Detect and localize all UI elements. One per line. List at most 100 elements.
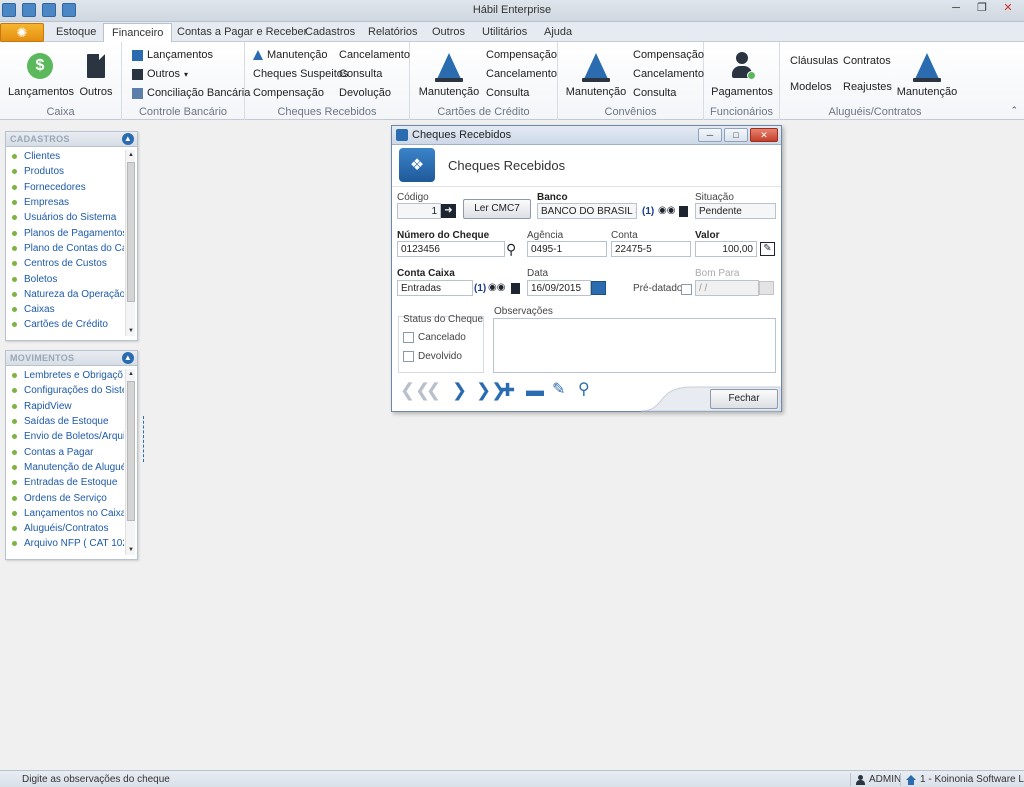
cancelado-checkbox[interactable] — [403, 332, 414, 343]
list-item[interactable]: Saídas de Estoque — [6, 414, 124, 429]
controle-outros-button[interactable]: Outros ▾ — [132, 68, 188, 80]
add-icon[interactable]: ✚ — [500, 380, 515, 400]
edit-icon[interactable]: ✎ — [760, 242, 775, 256]
cheques-devolucao-button[interactable]: Devolução — [339, 87, 391, 99]
close-icon[interactable]: ✕ — [750, 128, 778, 142]
cheques-manutencao-button[interactable]: Manutenção — [253, 49, 328, 61]
list-item[interactable]: Produtos — [6, 164, 124, 179]
numero-cheque-field[interactable]: 0123456 — [397, 241, 505, 257]
conta-caixa-field[interactable]: Entradas — [397, 280, 473, 296]
scroll-thumb[interactable] — [127, 381, 135, 521]
list-item[interactable]: Fornecedores — [6, 180, 124, 195]
remove-icon[interactable]: ▬ — [526, 380, 544, 400]
devolvido-checkbox[interactable] — [403, 351, 414, 362]
list-item[interactable]: Arquivo NFP ( CAT 102... — [6, 536, 124, 551]
binoculars-icon[interactable]: ◉◉ — [488, 282, 505, 293]
list-item[interactable]: RapidView — [6, 399, 124, 414]
convenios-compensacao-button[interactable]: Compensação — [633, 49, 704, 61]
list-item[interactable]: Manutenção de Alugué... — [6, 460, 124, 475]
document-icon[interactable] — [511, 283, 520, 294]
cheques-suspeitos-button[interactable]: Cheques Suspeitos — [253, 68, 348, 80]
tab-utilitarios[interactable]: Utilitários — [476, 25, 533, 39]
cadastros-scrollbar[interactable]: ▲ ▼ — [125, 150, 135, 336]
tab-ajuda[interactable]: Ajuda — [538, 25, 578, 39]
contratos-button[interactable]: Contratos — [843, 55, 891, 67]
tab-cadastros[interactable]: Cadastros — [299, 25, 361, 39]
close-icon[interactable]: ✕ — [996, 1, 1020, 17]
restore-icon[interactable]: ❐ — [970, 1, 994, 17]
convenios-cancelamento-button[interactable]: Cancelamento — [633, 68, 704, 80]
list-item[interactable]: Plano de Contas do Ca... — [6, 241, 124, 256]
prev-record-icon[interactable]: ❮ — [426, 380, 441, 400]
cartoes-consulta-button[interactable]: Consulta — [486, 87, 529, 99]
list-item[interactable]: Natureza da Operação — [6, 287, 124, 302]
panel-splitter[interactable] — [143, 416, 147, 462]
tab-outros[interactable]: Outros — [426, 25, 471, 39]
list-item[interactable]: Empresas — [6, 195, 124, 210]
list-item[interactable]: Centros de Custos — [6, 256, 124, 271]
cheques-cancelamento-button[interactable]: Cancelamento — [339, 49, 410, 61]
search-icon[interactable]: ⚲ — [578, 380, 590, 400]
scroll-thumb[interactable] — [127, 162, 135, 302]
document-icon[interactable] — [679, 206, 688, 217]
banco-field[interactable]: BANCO DO BRASIL SA — [537, 203, 637, 219]
collapse-up-icon[interactable]: ▲ — [122, 133, 134, 145]
list-item[interactable]: Envio de Boletos/Arqui... — [6, 429, 124, 444]
fechar-button[interactable]: Fechar — [710, 389, 778, 409]
codigo-field[interactable]: 1 — [397, 203, 441, 219]
tab-financeiro[interactable]: Financeiro — [103, 23, 173, 43]
list-item[interactable]: Lembretes e Obrigaçõ... — [6, 368, 124, 383]
list-item[interactable]: Entradas de Estoque — [6, 475, 124, 490]
minimize-icon[interactable]: ─ — [944, 1, 968, 17]
agencia-field[interactable]: 0495-1 — [527, 241, 607, 257]
modelos-button[interactable]: Modelos — [790, 81, 832, 93]
caixa-outros-button[interactable]: Outros — [76, 50, 116, 98]
list-item[interactable]: Clientes — [6, 149, 124, 164]
clausulas-button[interactable]: Cláusulas — [790, 55, 838, 67]
scroll-down-icon[interactable]: ▼ — [126, 326, 136, 336]
controle-lancamentos-button[interactable]: Lançamentos — [132, 49, 213, 61]
binoculars-icon[interactable]: ◉◉ — [658, 205, 675, 216]
list-item[interactable]: Usuários do Sistema — [6, 210, 124, 225]
movimentos-scrollbar[interactable]: ▲ ▼ — [125, 369, 135, 555]
scroll-down-icon[interactable]: ▼ — [126, 545, 136, 555]
cheques-compensacao-button[interactable]: Compensação — [253, 87, 324, 99]
list-item[interactable]: Contas a Pagar — [6, 444, 124, 459]
convenios-consulta-button[interactable]: Consulta — [633, 87, 676, 99]
valor-field[interactable]: 100,00 — [695, 241, 757, 257]
list-item[interactable]: Ordens de Serviço — [6, 490, 124, 505]
list-item[interactable]: Aluguéis/Contratos — [6, 521, 124, 536]
collapse-up-icon[interactable]: ▲ — [122, 352, 134, 364]
conta-field[interactable]: 22475-5 — [611, 241, 691, 257]
list-item[interactable]: Boletos — [6, 271, 124, 286]
list-item[interactable]: Lançamentos no Caixa — [6, 506, 124, 521]
tab-contas-pagar-receber[interactable]: Contas a Pagar e Receber — [171, 25, 313, 39]
list-item[interactable]: Cartões de Crédito — [6, 317, 124, 332]
scroll-up-icon[interactable]: ▲ — [126, 369, 136, 379]
scroll-up-icon[interactable]: ▲ — [126, 150, 136, 160]
list-item[interactable]: Planos de Pagamentos — [6, 225, 124, 240]
list-item[interactable]: Caixas — [6, 302, 124, 317]
calendar-icon[interactable] — [591, 281, 606, 295]
collapse-ribbon-icon[interactable]: ⌃ — [1010, 105, 1018, 116]
search-icon[interactable]: ⚲ — [506, 241, 516, 257]
conciliacao-bancaria-button[interactable]: Conciliação Bancária — [132, 87, 250, 99]
tab-estoque[interactable]: Estoque — [50, 25, 102, 39]
cheques-consulta-button[interactable]: Consulta — [339, 68, 382, 80]
cartoes-manutencao-button[interactable]: Manutenção — [416, 50, 482, 98]
funcionarios-pagamentos-button[interactable]: Pagamentos — [710, 50, 774, 98]
ler-cmc7-button[interactable]: Ler CMC7 — [463, 199, 531, 219]
convenios-manutencao-button[interactable]: Manutenção — [564, 50, 628, 98]
list-item[interactable]: Configurações do Siste... — [6, 383, 124, 398]
tab-relatorios[interactable]: Relatórios — [362, 25, 424, 39]
edit-icon[interactable]: ✎ — [552, 380, 565, 400]
observacoes-textarea[interactable] — [493, 318, 776, 373]
reajustes-button[interactable]: Reajustes — [843, 81, 892, 93]
arrow-right-icon[interactable]: ➜ — [441, 204, 456, 218]
app-menu-button[interactable]: ✺ — [0, 23, 44, 42]
alugueis-manutencao-button[interactable]: Manutenção — [894, 50, 960, 98]
maximize-icon[interactable]: □ — [724, 128, 748, 142]
data-field[interactable]: 16/09/2015 — [527, 280, 591, 296]
minimize-icon[interactable]: ─ — [698, 128, 722, 142]
cartoes-compensacao-button[interactable]: Compensação — [486, 49, 557, 61]
